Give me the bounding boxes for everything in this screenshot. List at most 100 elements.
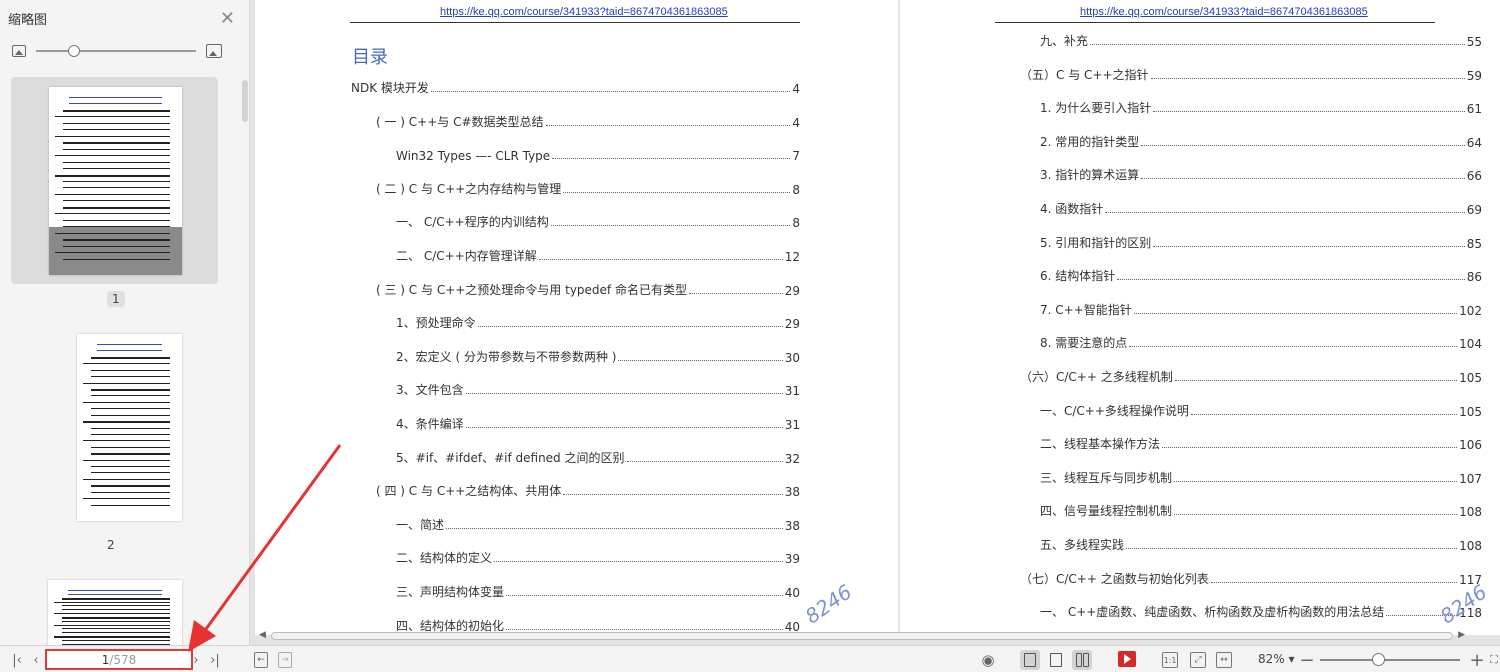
toc-entry[interactable]: 二、结构体的定义 39 — [396, 550, 800, 566]
toc-entry[interactable]: 一、C/C++多线程操作说明 105 — [1040, 403, 1482, 419]
toc-leader-dots — [1174, 514, 1458, 516]
small-thumbnail-icon[interactable] — [12, 45, 26, 57]
toc-leader-dots — [626, 460, 783, 462]
toc-entry[interactable]: （七）C/C++ 之函数与初始化列表 117 — [1020, 571, 1482, 587]
thumbnail-text-line — [63, 226, 170, 228]
toc-entry-page: 105 — [1459, 371, 1482, 385]
toc-entry-page: 61 — [1466, 102, 1482, 117]
toc-entry[interactable]: 四、信号量线程控制机制 108 — [1040, 503, 1482, 519]
toc-entry[interactable]: 九、补充 55 — [1040, 33, 1482, 49]
toc-entry[interactable]: 6. 结构体指针 86 — [1040, 268, 1482, 284]
close-icon[interactable]: ✕ — [220, 8, 235, 29]
thumbnail-page-1[interactable]: 1 — [11, 77, 218, 307]
toc-entry[interactable]: ( 三 ) C 与 C++之预处理命令与用 typedef 命名已有类型 29 — [376, 282, 800, 298]
toc-entry[interactable]: 1. 为什么要引入指针 61 — [1040, 100, 1482, 116]
thumbnail-text-line — [68, 593, 162, 595]
toc-entry[interactable]: ( 一 ) C++与 C#数据类型总结 4 — [376, 114, 800, 130]
eye-icon[interactable]: ◉ — [978, 651, 998, 669]
toc-entry[interactable]: 2. 常用的指针类型 64 — [1040, 134, 1482, 150]
thumbnail-text-line — [62, 605, 170, 607]
horizontal-scroll-thumb[interactable] — [271, 632, 1453, 640]
toc-entry[interactable]: 一、 C/C++程序的内训结构 8 — [396, 214, 800, 230]
zoom-slider-knob[interactable] — [1372, 653, 1385, 666]
toc-entry-title: ( 一 ) C++与 C#数据类型总结 — [376, 114, 544, 129]
thumbnail-page-number: 1 — [107, 291, 125, 307]
toc-leader-dots — [1105, 212, 1465, 213]
toc-entry[interactable]: 4. 函数指针 69 — [1040, 201, 1482, 217]
toc-entry[interactable]: 2、宏定义 ( 分为带参数与不带参数两种 ) 30 — [396, 349, 800, 365]
document-page-right: https://ke.qq.com/course/341933?taid=867… — [900, 0, 1500, 635]
toc-entry[interactable]: 二、线程基本操作方法 106 — [1040, 436, 1482, 452]
toc-entry[interactable]: 4、条件编译 31 — [396, 416, 800, 432]
toc-leader-dots — [477, 326, 783, 328]
toc-leader-dots — [1174, 480, 1458, 482]
thumbnail-text-line — [62, 640, 170, 641]
toc-entry[interactable]: NDK 模块开发 4 — [351, 80, 800, 96]
toc-leader-dots — [563, 191, 791, 193]
header-url-link[interactable]: https://ke.qq.com/course/341933?taid=867… — [440, 6, 728, 18]
toc-leader-dots — [1153, 245, 1465, 247]
toc-entry[interactable]: 一、简述 38 — [396, 517, 800, 533]
toc-entry[interactable]: 8. 需要注意的点 104 — [1040, 335, 1482, 351]
thumbnail-text-line — [62, 616, 170, 619]
double-page-icon[interactable] — [1072, 650, 1092, 670]
toc-entry-title: （六）C/C++ 之多线程机制 — [1020, 370, 1173, 384]
toc-leader-dots — [446, 527, 783, 529]
first-page-icon[interactable]: |‹ — [10, 652, 24, 668]
toc-entry[interactable]: Win32 Types —- CLR Type 7 — [396, 147, 800, 163]
toc-entry[interactable]: ( 二 ) C 与 C++之内存结构与管理 8 — [376, 181, 800, 197]
fullscreen-icon[interactable]: ⛶ — [1488, 652, 1500, 668]
fit-page-icon[interactable]: ⤢ — [1190, 652, 1206, 668]
thumbnail-text-line — [63, 239, 170, 242]
zoom-out-icon[interactable]: − — [1299, 650, 1314, 671]
toc-entry[interactable]: 3. 指针的算术运算 66 — [1040, 167, 1482, 183]
thumbnail-size-slider[interactable] — [36, 45, 196, 57]
toc-entry[interactable]: 7. C++智能指针 102 — [1040, 302, 1482, 318]
slider-knob[interactable] — [68, 45, 80, 57]
thumbnail-text-line — [55, 193, 170, 195]
thumbnail-text-line — [91, 376, 170, 378]
toc-leader-dots — [1210, 581, 1458, 583]
toc-entry[interactable]: （六）C/C++ 之多线程机制 105 — [1020, 369, 1482, 385]
continuous-view-icon[interactable] — [1020, 650, 1040, 670]
large-thumbnail-icon[interactable] — [206, 44, 222, 58]
play-icon[interactable] — [1118, 651, 1136, 667]
thumbnail-text-line — [62, 597, 170, 600]
toc-entry-page: 69 — [1466, 203, 1482, 217]
toc-entry[interactable]: 三、声明结构体变量 40 — [396, 584, 800, 600]
toc-entry[interactable]: 5. 引用和指针的区别 85 — [1040, 235, 1482, 251]
horizontal-scrollbar[interactable]: ◀ ▶ — [257, 630, 1467, 642]
toc-entry[interactable]: 二、 C/C++内存管理详解 12 — [396, 248, 800, 264]
thumbnail-text-line — [54, 624, 170, 626]
toc-entry-page: 32 — [784, 451, 800, 466]
prev-page-icon[interactable]: ‹ — [30, 652, 42, 668]
thumbnail-text-line — [63, 129, 170, 131]
toc-entry[interactable]: ( 四 ) C 与 C++之结构体、共用体 38 — [376, 483, 800, 499]
toc-entry[interactable]: 1、预处理命令 29 — [396, 315, 800, 331]
toc-entry-title: 三、声明结构体变量 — [396, 585, 505, 599]
actual-size-icon[interactable]: 1:1 — [1162, 652, 1178, 668]
zoom-level[interactable]: 82% ▾ — [1258, 652, 1295, 666]
page-number-input[interactable]: 1/578 — [45, 649, 193, 670]
toc-entry[interactable]: （五）C 与 C++之指针 59 — [1020, 67, 1482, 83]
thumbnail-text-line — [63, 161, 170, 163]
toc-entry-title: ( 三 ) C 与 C++之预处理命令与用 typedef 命名已有类型 — [376, 282, 687, 297]
thumbnail-scrollbar[interactable] — [242, 80, 248, 122]
toc-entry[interactable]: 三、线程互斥与同步机制 107 — [1040, 470, 1482, 486]
toc-entry[interactable]: 3、文件包含 31 — [396, 382, 800, 398]
toc-leader-dots — [618, 359, 783, 361]
toc-leader-dots — [563, 494, 783, 496]
zoom-in-icon[interactable]: + — [1469, 650, 1484, 671]
toc-entry[interactable]: 一、 C++虚函数、纯虚函数、析构函数及虚析构函数的用法总结 118 — [1040, 604, 1482, 620]
toc-entry-title: 1. 为什么要引入指针 — [1040, 101, 1152, 116]
toc-entry[interactable]: 五、多线程实践 108 — [1040, 537, 1482, 553]
toc-entry-page: 8 — [792, 182, 800, 197]
single-page-icon[interactable] — [1046, 650, 1066, 670]
zoom-slider[interactable] — [1320, 653, 1460, 666]
thumbnail-preview — [77, 334, 182, 521]
header-url-link-right[interactable]: https://ke.qq.com/course/341933?taid=867… — [1080, 6, 1368, 18]
toc-leader-dots — [494, 561, 783, 563]
scroll-right-icon[interactable]: ▶ — [1458, 630, 1465, 640]
fit-width-icon[interactable]: ↔ — [1216, 652, 1232, 668]
toc-entry[interactable]: 5、#if、#ifdef、#if defined 之间的区别 32 — [396, 450, 800, 466]
